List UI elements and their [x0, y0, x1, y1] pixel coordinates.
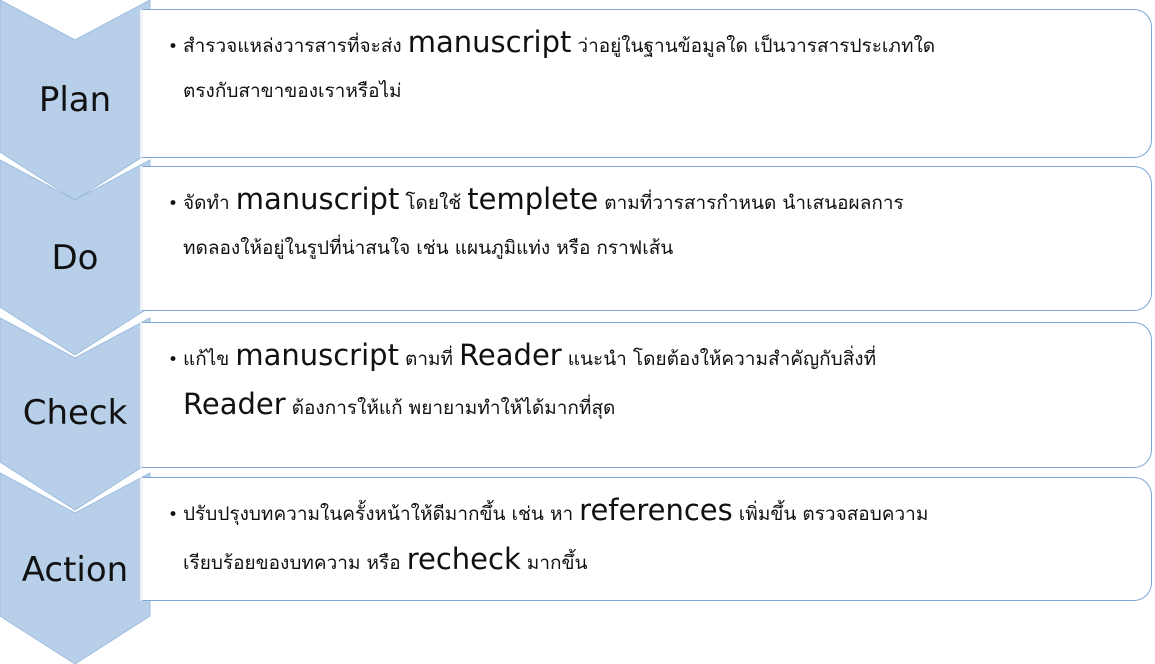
step-label-action: Action — [21, 550, 129, 590]
step-label-do: Do — [51, 238, 99, 278]
step-box-plan: • สำรวจแหล่งวารสารที่จะส่ง manuscript ว่า… — [140, 9, 1152, 158]
body-text: แนะนำ โดยต้องให้ความสำคัญกับสิ่งที่ — [561, 348, 877, 370]
step-box-do: • จัดทำ manuscript โดยใช้ templete ตามที่… — [140, 166, 1152, 311]
keyword-text: recheck — [406, 542, 521, 576]
body-text: ต้องการให้แก้ พยายามทำให้ได้มากที่สุด — [285, 397, 616, 419]
keyword-text: templete — [467, 182, 599, 216]
bullet-icon: • — [168, 350, 179, 370]
keyword-text: manuscript — [235, 338, 399, 372]
body-text: ตามที่วารสารกำหนด นำเสนอผลการ — [598, 192, 904, 214]
body-text: เพิ่มขึ้น ตรวจสอบความ — [732, 503, 929, 525]
keyword-text: Reader — [459, 338, 562, 372]
step-text-line: เรียบร้อยของบทความ หรือ recheck มากขึ้น — [168, 537, 1141, 585]
step-box-check: • แก้ไข manuscript ตามที่ Reader แนะนำ โด… — [140, 322, 1152, 468]
bullet-icon: • — [168, 194, 179, 214]
body-text: ตามที่ — [398, 348, 460, 370]
body-text: มากขึ้น — [520, 552, 588, 574]
body-text: ว่าอยู่ในฐานข้อมูลใด เป็นวารสารประเภทใด — [571, 35, 936, 57]
body-text: ตรงกับสาขาของเราหรือไม่ — [183, 80, 402, 102]
body-text: เรียบร้อยของบทความ หรือ — [183, 552, 407, 574]
keyword-text: Reader — [183, 387, 286, 421]
keyword-text: manuscript — [407, 25, 572, 59]
step-text-line: • แก้ไข manuscript ตามที่ Reader แนะนำ โด… — [168, 333, 1141, 382]
step-text-line: ทดลองให้อยู่ในรูปที่น่าสนใจ เช่น แผนภูมิ… — [168, 226, 1141, 270]
keyword-text: references — [579, 493, 733, 527]
step-text-line: • ปรับปรุงบทความในครั้งหน้าให้ดีมากขึ้น เ… — [168, 488, 1141, 537]
body-text: ปรับปรุงบทความในครั้งหน้าให้ดีมากขึ้น เช… — [183, 503, 580, 525]
body-text: แก้ไข — [183, 348, 236, 370]
step-box-action: • ปรับปรุงบทความในครั้งหน้าให้ดีมากขึ้น เ… — [140, 477, 1152, 601]
step-label-check: Check — [22, 393, 128, 433]
body-text: สำรวจแหล่งวารสารที่จะส่ง — [183, 35, 408, 57]
bullet-icon: • — [168, 505, 179, 525]
body-text: ทดลองให้อยู่ในรูปที่น่าสนใจ เช่น แผนภูมิ… — [183, 237, 674, 259]
step-text-line: ตรงกับสาขาของเราหรือไม่ — [168, 69, 1141, 113]
body-text: โดยใช้ — [399, 192, 468, 214]
step-label-plan: Plan — [38, 80, 112, 120]
step-text-line: • จัดทำ manuscript โดยใช้ templete ตามที่… — [168, 177, 1141, 226]
bullet-icon: • — [168, 37, 179, 57]
step-text-line: Reader ต้องการให้แก้ พยายามทำให้ได้มากที… — [168, 382, 1141, 430]
body-text: จัดทำ — [183, 192, 236, 214]
step-text-line: • สำรวจแหล่งวารสารที่จะส่ง manuscript ว่า… — [168, 20, 1141, 69]
keyword-text: manuscript — [235, 182, 400, 216]
